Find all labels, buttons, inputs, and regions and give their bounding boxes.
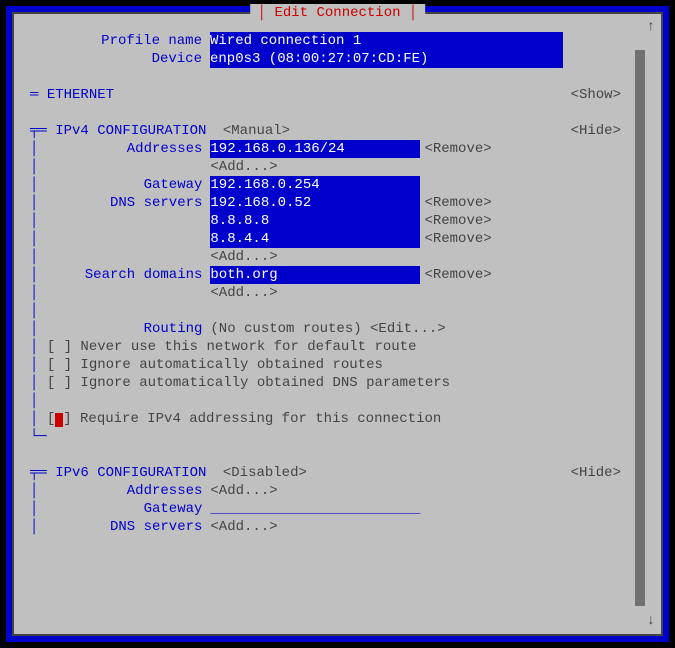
device-input[interactable]: enp0s3 (08:00:27:07:CD:FE) (210, 50, 563, 68)
ipv6-hide-button[interactable]: <Hide> (571, 464, 621, 482)
ipv6-addresses-label: Addresses (38, 482, 210, 500)
cursor (55, 413, 63, 427)
ipv4-dns3-input[interactable]: 8.8.4.4 (210, 230, 420, 248)
add-search-button[interactable]: <Add...> (210, 284, 277, 302)
routing-label: Routing (38, 320, 210, 338)
tree-marker: ═ (30, 87, 38, 103)
content-area: Profile name Wired connection 1 Device e… (30, 32, 621, 624)
tree-line: │ (30, 518, 38, 536)
ethernet-show-button[interactable]: <Show> (571, 86, 621, 104)
tree-line: │ (30, 374, 47, 392)
tree-marker: ╤═ (30, 465, 47, 481)
window: │ Edit Connection │ ↑ ↓ Profile name Wir… (12, 12, 663, 636)
tree-line: │ (30, 248, 38, 266)
tree-line: │ (30, 338, 47, 356)
add-dns-button[interactable]: <Add...> (210, 248, 277, 266)
tree-line: │ (30, 320, 38, 338)
outer-frame: │ Edit Connection │ ↑ ↓ Profile name Wir… (6, 6, 669, 642)
scroll-up-arrow[interactable]: ↑ (647, 18, 655, 36)
ipv4-dns2-input[interactable]: 8.8.8.8 (210, 212, 420, 230)
window-title: │ Edit Connection │ (250, 4, 426, 22)
ipv6-mode-select[interactable]: <Disabled> (223, 465, 307, 481)
addresses-label: Addresses (38, 140, 210, 158)
tree-line: │ (30, 392, 38, 410)
tree-line: │ (30, 158, 38, 176)
checkbox-default-route[interactable]: [ ] (47, 338, 81, 356)
remove-address-button[interactable]: <Remove> (420, 140, 491, 158)
checkbox-require-ipv4-label: Require IPv4 addressing for this connect… (80, 410, 441, 428)
profile-name-input[interactable]: Wired connection 1 (210, 32, 563, 50)
tree-line: │ (30, 266, 38, 284)
ipv6-gateway-label: Gateway (38, 500, 210, 518)
checkbox-ignore-routes[interactable]: [ ] (47, 356, 81, 374)
ipv4-mode-select[interactable]: <Manual> (223, 123, 290, 139)
add-address-button[interactable]: <Add...> (210, 158, 277, 176)
tree-line: │ (30, 140, 38, 158)
tree-line: │ (30, 230, 38, 248)
profile-name-label: Profile name (30, 32, 210, 50)
tree-line: │ (30, 284, 38, 302)
ipv6-add-dns-button[interactable]: <Add...> (210, 518, 277, 536)
tree-line: │ (30, 500, 38, 518)
tree-line: │ (30, 212, 38, 230)
search-domains-label: Search domains (38, 266, 210, 284)
checkbox-ignore-dns-label: Ignore automatically obtained DNS parame… (80, 374, 450, 392)
ipv4-section-label: IPv4 CONFIGURATION (55, 123, 214, 139)
tree-line: │ (30, 410, 47, 428)
ipv4-dns1-input[interactable]: 192.168.0.52 (210, 194, 420, 212)
checkbox-default-route-label: Never use this network for default route (80, 338, 416, 356)
dns-servers-label: DNS servers (38, 194, 210, 212)
tree-line: │ (30, 194, 38, 212)
tree-marker: ╤═ (30, 123, 47, 139)
ipv4-hide-button[interactable]: <Hide> (571, 122, 621, 140)
gateway-label: Gateway (38, 176, 210, 194)
checkbox-ignore-routes-label: Ignore automatically obtained routes (80, 356, 382, 374)
tree-line: │ (30, 482, 38, 500)
tree-line: │ (30, 302, 38, 320)
remove-search-button[interactable]: <Remove> (420, 266, 491, 284)
tree-line: │ (30, 356, 47, 374)
ipv4-address-input[interactable]: 192.168.0.136/24 (210, 140, 420, 158)
routing-edit-button[interactable]: (No custom routes) <Edit...> (210, 320, 445, 338)
ipv4-search-input[interactable]: both.org (210, 266, 420, 284)
remove-dns1-button[interactable]: <Remove> (420, 194, 491, 212)
checkbox-ignore-dns[interactable]: [ ] (47, 374, 81, 392)
remove-dns2-button[interactable]: <Remove> (420, 212, 491, 230)
remove-dns3-button[interactable]: <Remove> (420, 230, 491, 248)
scrollbar[interactable] (635, 50, 645, 606)
ethernet-section-label: ETHERNET (47, 87, 122, 103)
tree-line: │ (30, 176, 38, 194)
ipv4-gateway-input[interactable]: 192.168.0.254 (210, 176, 420, 194)
ipv6-gateway-input[interactable]: _________________________ (210, 500, 420, 518)
ipv6-section-label: IPv6 CONFIGURATION (55, 465, 214, 481)
ipv6-add-address-button[interactable]: <Add...> (210, 482, 277, 500)
ipv6-dns-label: DNS servers (38, 518, 210, 536)
tree-end: └─ (30, 428, 47, 446)
device-label: Device (30, 50, 210, 68)
scroll-down-arrow[interactable]: ↓ (647, 612, 655, 630)
checkbox-require-ipv4[interactable]: [] (47, 410, 80, 428)
